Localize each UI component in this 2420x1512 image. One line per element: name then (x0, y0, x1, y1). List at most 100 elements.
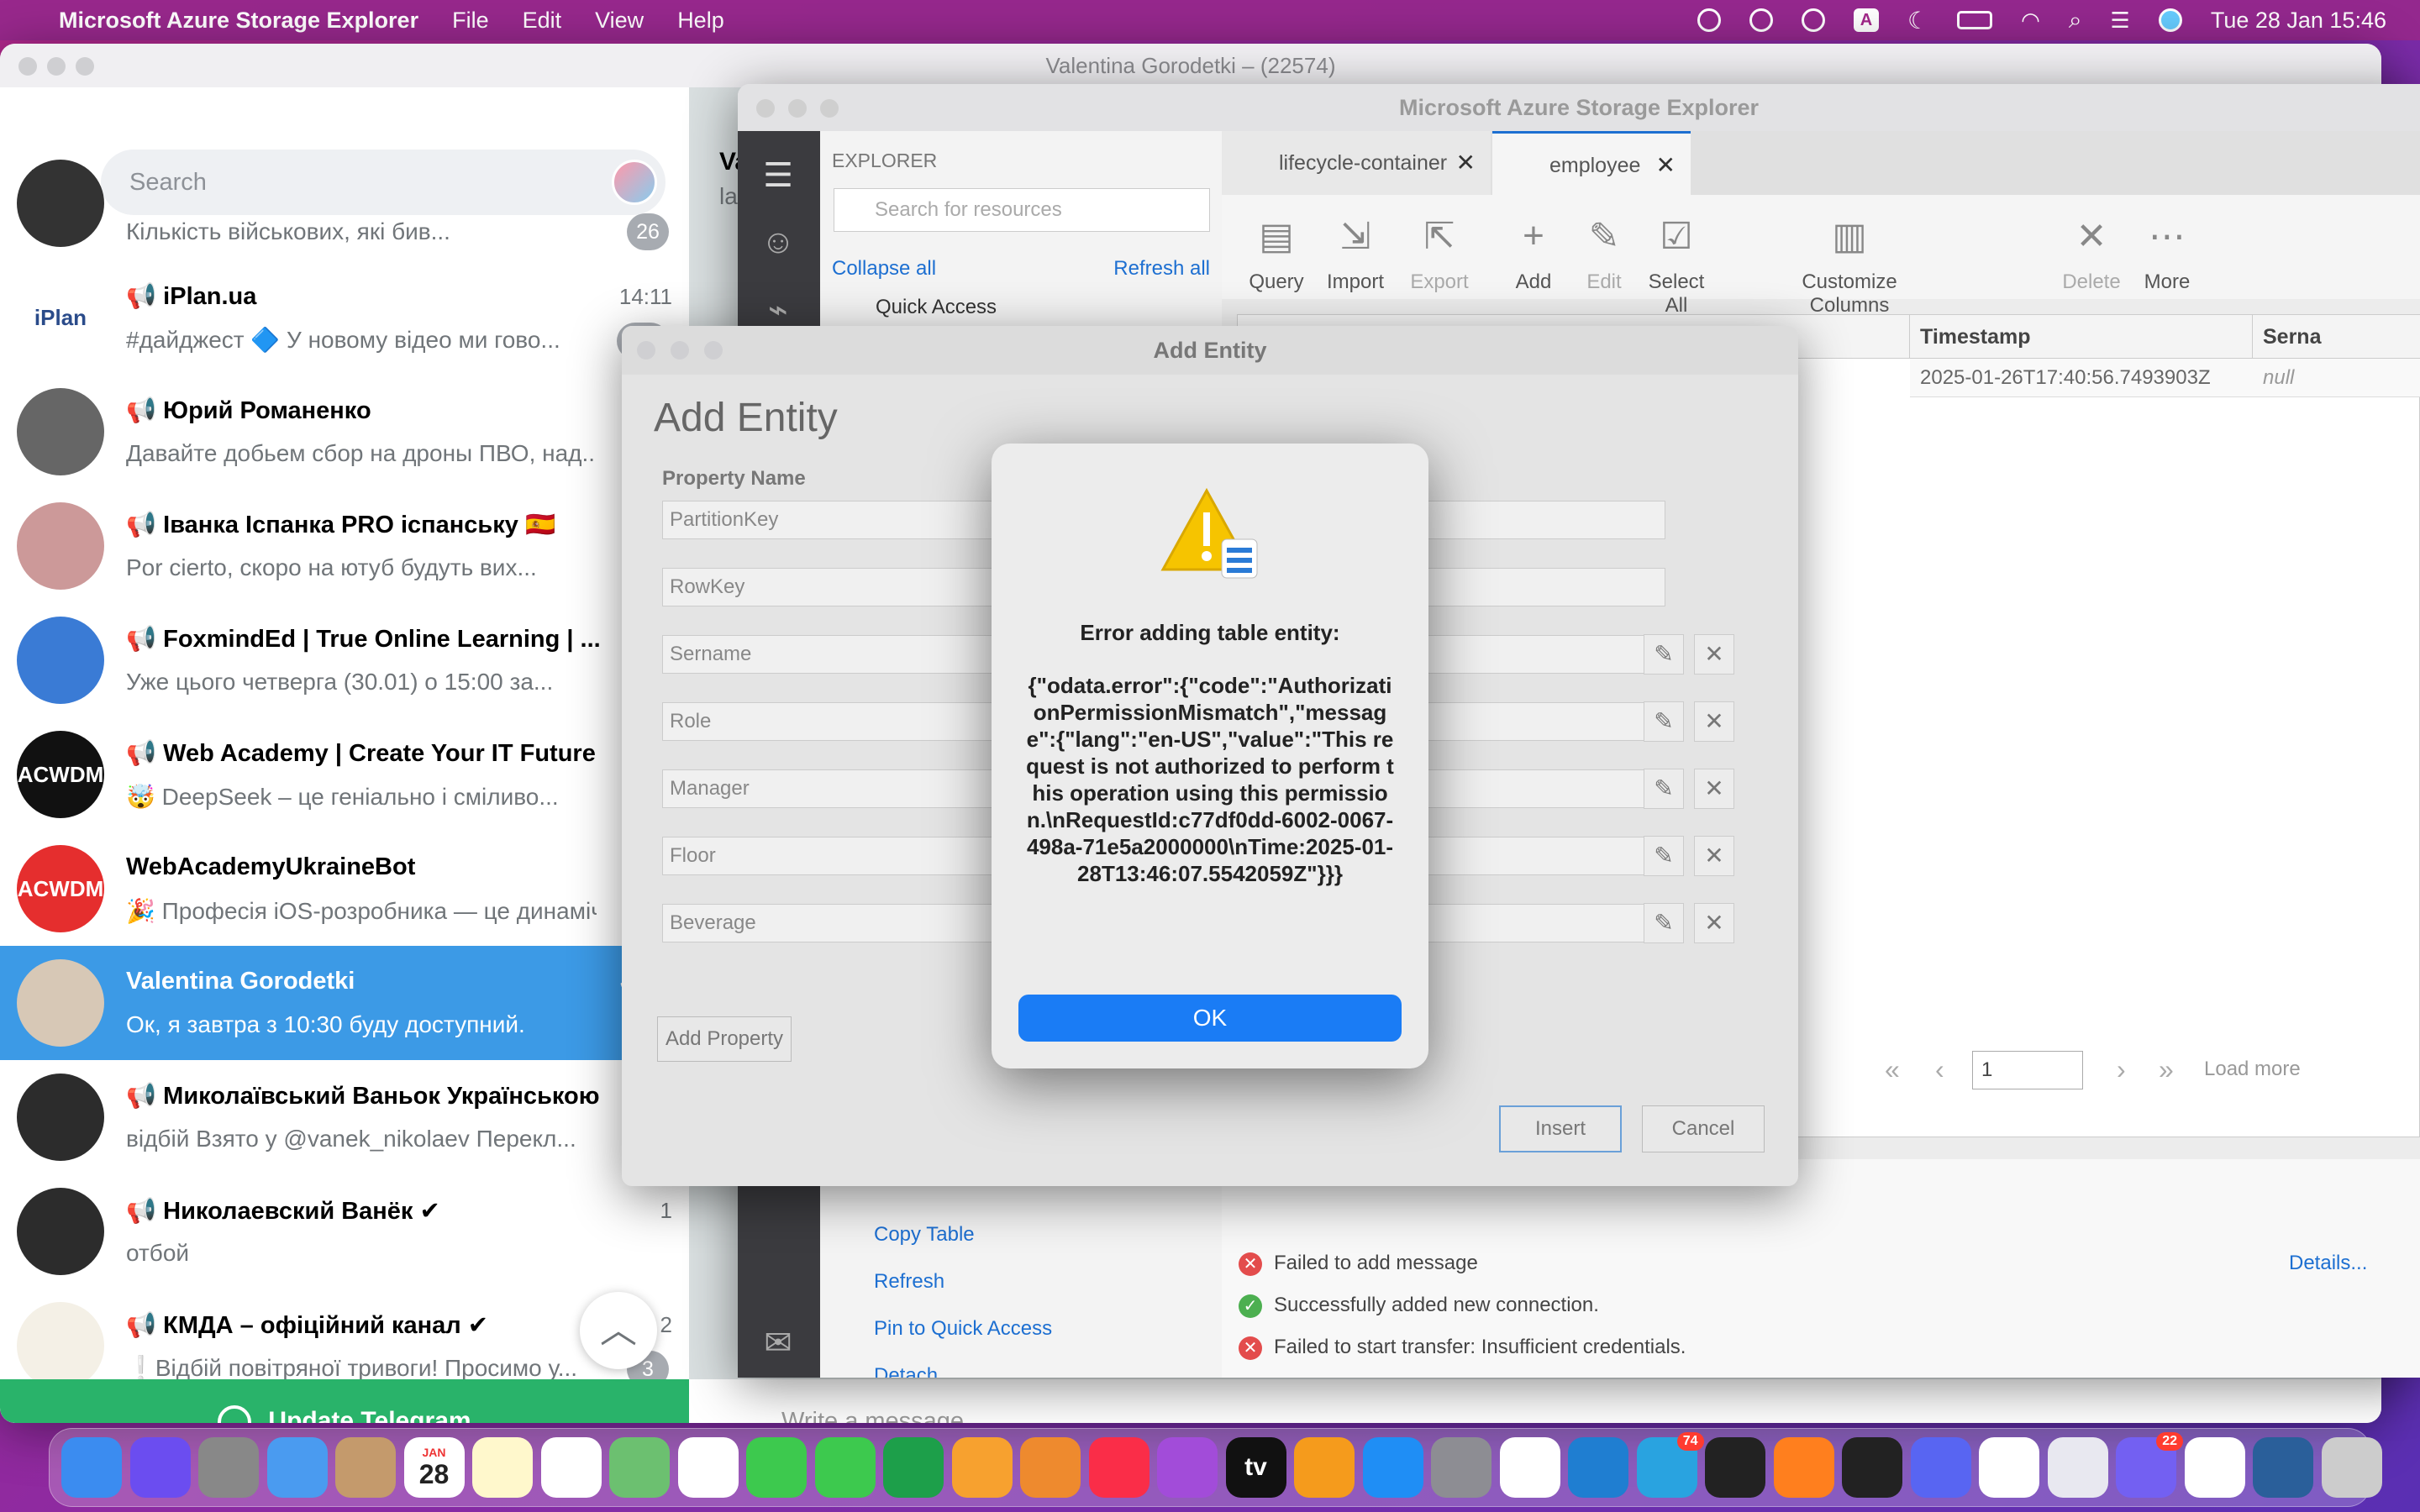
chat-item[interactable]: 📢 Миколаївський Ваньок Українською відбій… (0, 1060, 689, 1174)
edit-property-icon[interactable]: ✎ (1644, 701, 1684, 742)
grid-header-serna[interactable]: Serna (2253, 315, 2420, 359)
cancel-button[interactable]: Cancel (1642, 1105, 1765, 1152)
downloads-icon[interactable] (2253, 1437, 2313, 1498)
select-all-button[interactable]: Select All (1639, 270, 1714, 318)
viber-icon[interactable]: 22 (2116, 1432, 2183, 1498)
photos-icon[interactable] (677, 1437, 739, 1498)
app-store-icon[interactable] (1362, 1437, 1423, 1498)
minimize-button[interactable] (671, 341, 689, 360)
chat-item[interactable]: 📢 Николаевский Ванёк ✔ отбой 1 (0, 1174, 689, 1289)
terminal-icon[interactable] (1705, 1437, 1765, 1498)
close-button[interactable] (637, 341, 655, 360)
menu-file[interactable]: File (452, 8, 489, 34)
contacts-icon[interactable] (335, 1437, 396, 1498)
close-button[interactable] (18, 57, 37, 76)
reminders-icon[interactable] (540, 1437, 602, 1498)
detach-action[interactable]: Detach (874, 1364, 938, 1378)
keynote-icon[interactable] (1020, 1437, 1081, 1498)
customize-columns-button[interactable]: Customize Columns (1770, 270, 1929, 318)
tab-lifecycle-container[interactable]: lifecycle-container ✕ (1222, 131, 1491, 195)
pin-quick-access-action[interactable]: Pin to Quick Access (874, 1317, 1052, 1341)
export-button[interactable]: Export (1402, 270, 1477, 294)
clock[interactable]: Tue 28 Jan 15:46 (2211, 8, 2386, 34)
menu-edit[interactable]: Edit (523, 8, 562, 34)
chat-item[interactable]: Кількість військових, які бив... 26 (0, 160, 689, 260)
zoom-button[interactable] (704, 341, 723, 360)
close-button[interactable] (756, 99, 775, 118)
input-source-icon[interactable]: A (1854, 8, 1880, 32)
edit-property-icon[interactable]: ✎ (1644, 634, 1684, 675)
search-icon[interactable]: ⌕ (2069, 7, 2082, 34)
pages-icon[interactable] (951, 1437, 1013, 1498)
remove-property-icon[interactable]: ✕ (1694, 903, 1734, 943)
update-telegram-button[interactable]: Update Telegram (0, 1379, 689, 1423)
refresh-action[interactable]: Refresh (874, 1270, 944, 1294)
details-link[interactable]: Details... (2289, 1252, 2367, 1275)
grid-cell-timestamp[interactable]: 2025-01-26T17:40:56.7493903Z (1910, 359, 2253, 397)
account-icon[interactable]: ☺ (755, 223, 802, 270)
resource-search-input[interactable]: Search for resources (834, 188, 1210, 232)
notes-icon[interactable] (472, 1437, 533, 1498)
telegram-icon[interactable]: 74 (1636, 1432, 1704, 1498)
edit-property-icon[interactable]: ✎ (1644, 769, 1684, 809)
status-icon[interactable] (1697, 8, 1722, 32)
azure-storage-explorer-icon[interactable] (1979, 1437, 2039, 1498)
menu-help[interactable]: Help (677, 8, 724, 34)
siri-icon[interactable] (129, 1437, 191, 1498)
menu-app-name[interactable]: Microsoft Azure Storage Explorer (59, 8, 418, 34)
delete-button[interactable]: Delete (2054, 270, 2129, 294)
avatar[interactable] (612, 160, 657, 205)
launchpad-icon[interactable] (198, 1437, 259, 1498)
pager-prev-icon[interactable]: ‹ (1935, 1054, 1944, 1085)
tab-employee[interactable]: employee ✕ (1492, 131, 1691, 195)
grid-cell-serna[interactable]: null (2253, 359, 2420, 397)
numbers-icon[interactable] (883, 1437, 944, 1498)
tv-icon[interactable]: tv (1225, 1437, 1286, 1498)
remove-property-icon[interactable]: ✕ (1694, 701, 1734, 742)
zoom-button[interactable] (76, 57, 94, 76)
music-icon[interactable] (1088, 1437, 1150, 1498)
facetime-icon[interactable] (814, 1437, 876, 1498)
finder-icon[interactable] (61, 1437, 122, 1498)
chat-item[interactable]: Valentina Gorodetki Ок, я завтра з 10:30 … (0, 946, 689, 1060)
quick-access-item[interactable]: Quick Access (876, 296, 997, 319)
import-button[interactable]: Import (1318, 270, 1393, 294)
chrome-icon[interactable] (1499, 1437, 1560, 1498)
add-property-button[interactable]: Add Property (657, 1016, 792, 1062)
collapse-all-link[interactable]: Collapse all (832, 257, 936, 281)
more-button[interactable]: More (2129, 270, 2205, 294)
insert-button[interactable]: Insert (1499, 1105, 1622, 1152)
refresh-all-link[interactable]: Refresh all (1113, 257, 1210, 281)
remove-property-icon[interactable]: ✕ (1694, 836, 1734, 876)
system-settings-icon[interactable] (1431, 1437, 1491, 1498)
vscode-icon[interactable] (1568, 1437, 1628, 1498)
chat-item[interactable]: 📢 Юрий Романенко Давайте добьем сбор на д… (0, 375, 689, 489)
remove-property-icon[interactable]: ✕ (1694, 769, 1734, 809)
minimize-button[interactable] (788, 99, 807, 118)
calendar-icon[interactable]: JAN 28 (403, 1437, 465, 1498)
siri-icon[interactable] (2158, 8, 2182, 32)
activity-monitor-icon[interactable] (1842, 1437, 1902, 1498)
edit-property-icon[interactable]: ✎ (1644, 836, 1684, 876)
chat-item[interactable]: ACWDM 📢 Web Academy | Create Your IT Futu… (0, 717, 689, 832)
close-icon[interactable]: ✕ (1656, 134, 1676, 197)
messages-icon[interactable] (746, 1437, 807, 1498)
load-more-button[interactable]: Load more (2204, 1058, 2301, 1081)
pager-next-icon[interactable]: › (2117, 1054, 2126, 1085)
explorer-icon[interactable]: ☰ (755, 156, 802, 203)
edit-button[interactable]: Edit (1566, 270, 1642, 294)
textedit-icon[interactable] (2184, 1437, 2245, 1498)
edit-property-icon[interactable]: ✎ (1644, 903, 1684, 943)
zoom-button[interactable] (820, 99, 839, 118)
page-select[interactable]: 1 (1972, 1051, 2083, 1089)
chat-item[interactable]: iPlan 📢 iPlan.ua #дайджест 🔷 У новому віде… (0, 260, 689, 375)
query-button[interactable]: Query (1239, 270, 1314, 294)
pager-last-icon[interactable]: » (2159, 1054, 2174, 1085)
close-icon[interactable]: ✕ (1456, 131, 1476, 195)
minimize-button[interactable] (47, 57, 66, 76)
trash-icon[interactable] (2321, 1437, 2382, 1498)
pager-first-icon[interactable]: « (1885, 1054, 1900, 1085)
copy-table-action[interactable]: Copy Table (874, 1223, 975, 1247)
preview-icon[interactable] (2047, 1437, 2108, 1498)
control-center-icon[interactable]: ☰ (2111, 8, 2130, 34)
